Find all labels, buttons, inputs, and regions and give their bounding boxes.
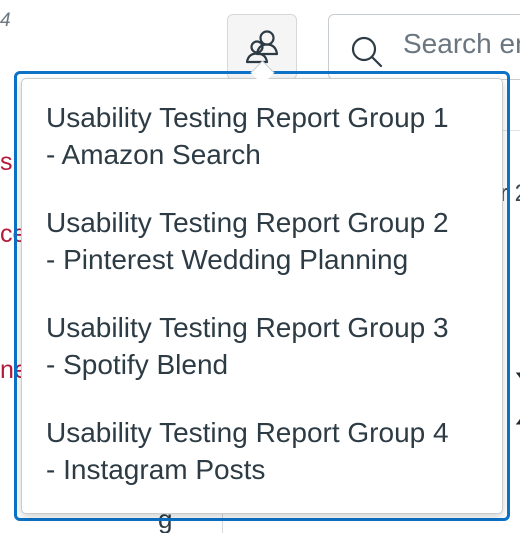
search-icon bbox=[351, 36, 383, 68]
background-link-fragment[interactable]: s bbox=[0, 148, 13, 177]
group-item-title: Usability Testing Report Group 2 bbox=[46, 207, 449, 238]
group-item-2[interactable]: Usability Testing Report Group 2 - Pinte… bbox=[46, 204, 486, 278]
group-item-4[interactable]: Usability Testing Report Group 4 - Insta… bbox=[46, 414, 486, 488]
group-item-subtitle: - Amazon Search bbox=[46, 139, 261, 170]
group-item-title: Usability Testing Report Group 3 bbox=[46, 312, 449, 343]
search-placeholder: Search en bbox=[403, 28, 520, 59]
page: 4 s ce ne r 2 ) g Search en bbox=[0, 0, 520, 533]
background-large-glyph: ) bbox=[515, 366, 520, 422]
group-item-subtitle: - Pinterest Wedding Planning bbox=[46, 244, 409, 275]
groups-list: Usability Testing Report Group 1 - Amazo… bbox=[46, 99, 486, 519]
background-corner-text: 4 bbox=[0, 10, 11, 31]
group-item-title: Usability Testing Report Group 1 bbox=[46, 102, 449, 133]
group-item-1[interactable]: Usability Testing Report Group 1 - Amazo… bbox=[46, 99, 486, 173]
group-item-3[interactable]: Usability Testing Report Group 3 - Spoti… bbox=[46, 309, 486, 383]
group-item-subtitle: - Spotify Blend bbox=[46, 349, 229, 380]
groups-popover: Usability Testing Report Group 1 - Amazo… bbox=[21, 78, 503, 514]
group-item-subtitle: - Instagram Posts bbox=[46, 454, 266, 485]
group-item-title: Usability Testing Report Group 4 bbox=[46, 417, 449, 448]
